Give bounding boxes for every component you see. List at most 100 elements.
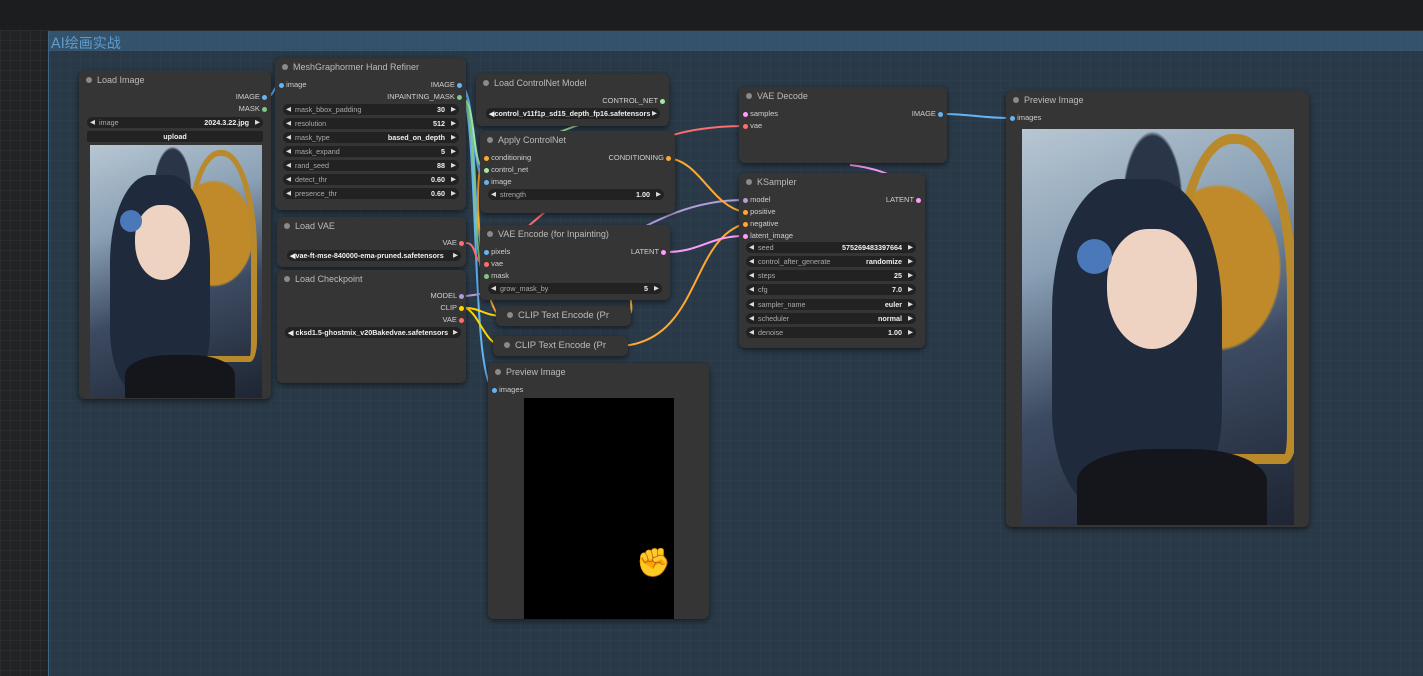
arrow-left-icon[interactable]: ◀ bbox=[491, 189, 496, 200]
socket-icon[interactable] bbox=[484, 155, 489, 161]
socket-icon[interactable] bbox=[484, 167, 489, 173]
output-clip[interactable]: CLIP bbox=[440, 303, 464, 313]
node-title[interactable]: Load VAE bbox=[277, 217, 466, 235]
widget-resolution[interactable]: ◀ resolution 512 ▶ bbox=[283, 118, 459, 129]
socket-icon[interactable] bbox=[660, 98, 665, 104]
socket-icon[interactable] bbox=[1010, 115, 1015, 121]
arrow-left-icon[interactable]: ◀ bbox=[749, 299, 754, 310]
output-vae[interactable]: VAE bbox=[442, 238, 464, 248]
node-title[interactable]: Apply ControlNet bbox=[480, 131, 675, 149]
input-conditioning[interactable]: conditioning bbox=[484, 153, 531, 163]
arrow-left-icon[interactable]: ◀ bbox=[286, 160, 291, 171]
arrow-right-icon[interactable]: ▶ bbox=[654, 283, 659, 294]
apply-controlnet-node[interactable]: Apply ControlNet conditioning control_ne… bbox=[480, 131, 675, 213]
clip-text-encode-node-1[interactable]: CLIP Text Encode (Pr bbox=[496, 306, 631, 326]
arrow-left-icon[interactable]: ◀ bbox=[286, 188, 291, 199]
input-latent-image[interactable]: latent_image bbox=[743, 231, 793, 241]
arrow-right-icon[interactable]: ▶ bbox=[451, 146, 456, 157]
collapse-dot-icon[interactable] bbox=[282, 64, 288, 70]
collapse-dot-icon[interactable] bbox=[487, 231, 493, 237]
input-image[interactable]: image bbox=[484, 177, 512, 187]
arrow-right-icon[interactable]: ▶ bbox=[451, 104, 456, 115]
socket-icon[interactable] bbox=[457, 82, 462, 88]
widget-presence-thr[interactable]: ◀ presence_thr 0.60 ▶ bbox=[283, 188, 459, 199]
arrow-right-icon[interactable]: ▶ bbox=[451, 160, 456, 171]
arrow-right-icon[interactable]: ▶ bbox=[652, 108, 657, 119]
socket-icon[interactable] bbox=[484, 249, 489, 255]
widget-rand-seed[interactable]: ◀ rand_seed 88 ▶ bbox=[283, 160, 459, 171]
input-pixels[interactable]: pixels bbox=[484, 247, 510, 257]
input-model[interactable]: model bbox=[743, 195, 771, 205]
node-title[interactable]: Preview Image bbox=[488, 363, 709, 381]
load-vae-node[interactable]: Load VAE VAE ◀vae-ft-mse-840000-ema-prun… bbox=[277, 217, 466, 267]
arrow-right-icon[interactable]: ▶ bbox=[908, 299, 913, 310]
node-title[interactable]: Load Checkpoint bbox=[277, 270, 466, 288]
input-mask[interactable]: mask bbox=[484, 271, 509, 281]
socket-icon[interactable] bbox=[743, 209, 748, 215]
controlnet-name-combo[interactable]: ◀control_v11f1p_sd15_depth_fp16.safetens… bbox=[486, 108, 660, 119]
socket-icon[interactable] bbox=[459, 240, 464, 246]
socket-icon[interactable] bbox=[743, 197, 748, 203]
arrow-left-icon[interactable]: ◀ bbox=[286, 118, 291, 129]
output-mask[interactable]: MASK bbox=[239, 104, 267, 114]
socket-icon[interactable] bbox=[743, 111, 748, 117]
node-title[interactable]: VAE Encode (for Inpainting) bbox=[480, 225, 670, 243]
socket-icon[interactable] bbox=[666, 155, 671, 161]
output-control-net[interactable]: CONTROL_NET bbox=[602, 96, 665, 106]
clip-text-encode-node-2[interactable]: CLIP Text Encode (Pr bbox=[493, 336, 628, 356]
output-latent[interactable]: LATENT bbox=[886, 195, 921, 205]
input-vae[interactable]: vae bbox=[743, 121, 762, 131]
arrow-left-icon[interactable]: ◀ bbox=[749, 256, 754, 267]
output-image[interactable]: IMAGE bbox=[236, 92, 267, 102]
arrow-right-icon[interactable]: ▶ bbox=[255, 117, 260, 128]
collapse-dot-icon[interactable] bbox=[746, 93, 752, 99]
arrow-left-icon[interactable]: ◀ bbox=[491, 283, 496, 294]
arrow-left-icon[interactable]: ◀ bbox=[749, 313, 754, 324]
load-image-node[interactable]: Load Image IMAGE MASK ◀ image 2024.3.22.… bbox=[79, 71, 271, 399]
arrow-right-icon[interactable]: ▶ bbox=[453, 250, 458, 261]
input-samples[interactable]: samples bbox=[743, 109, 778, 119]
output-image[interactable]: IMAGE bbox=[912, 109, 943, 119]
socket-icon[interactable] bbox=[484, 261, 489, 267]
widget-detect-thr[interactable]: ◀ detect_thr 0.60 ▶ bbox=[283, 174, 459, 185]
socket-icon[interactable] bbox=[484, 179, 489, 185]
socket-icon[interactable] bbox=[457, 94, 462, 100]
collapse-dot-icon[interactable] bbox=[495, 369, 501, 375]
output-image[interactable]: IMAGE bbox=[431, 80, 462, 90]
socket-icon[interactable] bbox=[279, 82, 284, 88]
input-control-net[interactable]: control_net bbox=[484, 165, 528, 175]
arrow-right-icon[interactable]: ▶ bbox=[908, 242, 913, 253]
arrow-right-icon[interactable]: ▶ bbox=[908, 284, 913, 295]
input-images[interactable]: images bbox=[1010, 113, 1041, 123]
widget-seed[interactable]: ◀ seed 575269483397664 ▶ bbox=[746, 242, 916, 253]
preview-image-node-final[interactable]: Preview Image images bbox=[1006, 91, 1309, 527]
collapse-dot-icon[interactable] bbox=[487, 137, 493, 143]
collapse-dot-icon[interactable] bbox=[86, 77, 92, 83]
socket-icon[interactable] bbox=[661, 249, 666, 255]
ckpt-name-combo[interactable]: ◀ cksd1.5-ghostmix_v20Bakedvae.safetenso… bbox=[285, 327, 461, 338]
load-controlnet-node[interactable]: Load ControlNet Model CONTROL_NET ◀contr… bbox=[476, 74, 669, 126]
input-image[interactable]: image bbox=[279, 80, 307, 90]
arrow-right-icon[interactable]: ▶ bbox=[908, 256, 913, 267]
arrow-right-icon[interactable]: ▶ bbox=[656, 189, 661, 200]
node-title[interactable]: Preview Image bbox=[1006, 91, 1309, 109]
widget-sampler-name[interactable]: ◀ sampler_name euler ▶ bbox=[746, 299, 916, 310]
collapse-dot-icon[interactable] bbox=[284, 276, 290, 282]
ksampler-node[interactable]: KSampler model positive negative latent_… bbox=[739, 173, 925, 348]
input-vae[interactable]: vae bbox=[484, 259, 503, 269]
collapse-dot-icon[interactable] bbox=[1013, 97, 1019, 103]
widget-strength[interactable]: ◀ strength 1.00 ▶ bbox=[488, 189, 664, 200]
arrow-left-icon[interactable]: ◀ bbox=[749, 242, 754, 253]
input-images[interactable]: images bbox=[492, 385, 523, 395]
collapse-dot-icon[interactable] bbox=[504, 342, 510, 348]
arrow-left-icon[interactable]: ◀ bbox=[286, 146, 291, 157]
arrow-right-icon[interactable]: ▶ bbox=[908, 327, 913, 338]
load-checkpoint-node[interactable]: Load Checkpoint MODEL CLIP VAE ◀ cksd1.5… bbox=[277, 270, 466, 383]
hand-refiner-node[interactable]: MeshGraphormer Hand Refiner image IMAGE … bbox=[275, 58, 466, 210]
widget-grow-mask-by[interactable]: ◀ grow_mask_by 5 ▶ bbox=[488, 283, 662, 294]
vae-decode-node[interactable]: VAE Decode samples vae IMAGE bbox=[739, 87, 947, 163]
output-conditioning[interactable]: CONDITIONING bbox=[608, 153, 671, 163]
output-inpainting-mask[interactable]: INPAINTING_MASK bbox=[387, 92, 462, 102]
arrow-right-icon[interactable]: ▶ bbox=[451, 174, 456, 185]
socket-icon[interactable] bbox=[459, 305, 464, 311]
